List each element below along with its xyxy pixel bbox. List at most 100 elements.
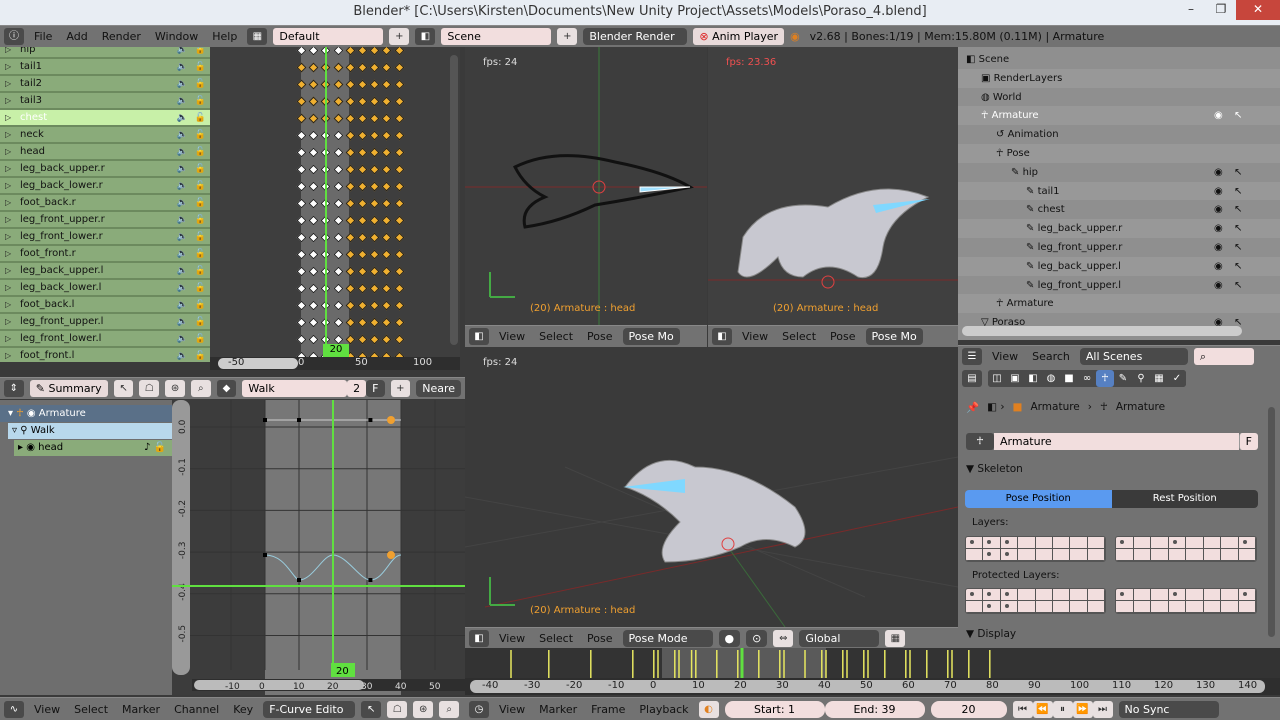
channel-row[interactable]: ▷ foot_back.r 🔈 🔓 [0, 195, 210, 211]
keyframe[interactable] [345, 130, 356, 141]
ghost-icon[interactable]: ☖ [387, 700, 408, 718]
viewport-main[interactable]: fps: 24 (20) Armature : head [465, 347, 958, 627]
layer-toggle[interactable] [1238, 537, 1256, 549]
keyframe[interactable] [308, 47, 319, 56]
keyframe[interactable] [394, 232, 405, 243]
menu-pose[interactable]: Pose [583, 632, 616, 645]
mute-icon[interactable]: 🔈 [177, 144, 188, 160]
layer-toggle[interactable] [1203, 589, 1221, 601]
layer-toggle[interactable] [1070, 589, 1088, 601]
keyframe[interactable] [381, 147, 392, 158]
keyframe[interactable] [381, 334, 392, 345]
keyframe[interactable] [357, 147, 368, 158]
expand-icon[interactable]: ▷ [5, 195, 11, 211]
menu-file[interactable]: File [30, 30, 56, 43]
graph-mode-select[interactable]: F-Curve Edito [263, 700, 356, 718]
tab-armature-data-icon[interactable]: ☥ [1096, 369, 1114, 387]
menu-key[interactable]: Key [229, 703, 257, 716]
outliner-row[interactable]: ✎ chest ◉ ↖ [958, 200, 1280, 220]
channel-armature[interactable]: ▾ ☥ ◉ Armature [0, 405, 172, 422]
keyframe[interactable] [333, 164, 344, 175]
rest-position-button[interactable]: Rest Position [1111, 490, 1258, 508]
layer-toggle[interactable] [1116, 589, 1134, 601]
editor-type-icon[interactable]: ⇕ [4, 380, 24, 397]
outliner-row[interactable]: ◧ Scene [958, 50, 1280, 69]
keyframe[interactable] [369, 47, 380, 56]
error-filter-icon[interactable]: ⊛ [413, 700, 434, 718]
keyframe[interactable] [345, 249, 356, 260]
keyframe[interactable] [308, 317, 319, 328]
layer-toggle[interactable] [1000, 537, 1019, 549]
lock-icon[interactable]: 🔓 [195, 76, 206, 92]
keyframe[interactable] [345, 334, 356, 345]
keyframe[interactable] [296, 130, 307, 141]
layer-toggle[interactable] [1203, 549, 1221, 561]
keyframe[interactable] [357, 47, 368, 56]
layer-toggle[interactable] [1000, 601, 1019, 613]
tab-render-layers-icon[interactable]: ▣ [1006, 369, 1024, 387]
tab-bone-constraints-icon[interactable]: ⚲ [1132, 369, 1150, 387]
keyframe[interactable] [394, 300, 405, 311]
keyframe[interactable] [345, 283, 356, 294]
mode-select[interactable]: ✎ Summary [29, 380, 108, 397]
menu-channel[interactable]: Channel [170, 703, 223, 716]
keyframe[interactable] [345, 47, 356, 56]
keyframe[interactable] [308, 198, 319, 209]
outliner-icon[interactable]: ☰ [962, 348, 982, 365]
outliner-row[interactable]: ✎ hip ◉ ↖ [958, 162, 1280, 182]
menu-search[interactable]: Search [1028, 350, 1074, 363]
playhead[interactable] [325, 47, 327, 362]
expand-icon[interactable]: ▷ [5, 280, 11, 296]
keyframe[interactable] [345, 215, 356, 226]
keyframe[interactable] [333, 113, 344, 124]
keyframe[interactable] [296, 283, 307, 294]
expand-icon[interactable]: ▷ [5, 314, 11, 330]
keyframe[interactable] [308, 249, 319, 260]
keyframe[interactable] [357, 96, 368, 107]
layers-grid-a[interactable] [965, 536, 1106, 562]
keyframe[interactable] [357, 79, 368, 90]
keyframe[interactable] [345, 232, 356, 243]
keyframe[interactable] [345, 266, 356, 277]
layer-toggle[interactable] [1203, 601, 1221, 613]
ghost-icon[interactable]: ☖ [139, 380, 160, 397]
lock-icon[interactable]: 🔓 [195, 47, 206, 58]
keyframe[interactable] [369, 283, 380, 294]
eye-icon[interactable]: ◉ [27, 408, 36, 419]
keyframe[interactable] [394, 249, 405, 260]
outliner-scrollbar[interactable] [962, 326, 1242, 336]
keyframe[interactable] [296, 62, 307, 73]
channel-row[interactable]: ▷ leg_front_upper.l 🔈 🔓 [0, 314, 210, 330]
keyframe[interactable] [357, 283, 368, 294]
menu-pose[interactable]: Pose [583, 330, 616, 343]
keyframe[interactable] [357, 130, 368, 141]
menu-window[interactable]: Window [151, 30, 202, 43]
keyframe[interactable] [333, 232, 344, 243]
menu-render[interactable]: Render [98, 30, 145, 43]
prev-keyframe-icon[interactable]: ⏪ [1032, 700, 1053, 718]
keyframe[interactable] [394, 181, 405, 192]
keyframe[interactable] [296, 79, 307, 90]
layer-toggle[interactable] [1018, 549, 1036, 561]
layer-toggle[interactable] [966, 589, 984, 601]
keyframe[interactable] [369, 181, 380, 192]
keyframe[interactable] [381, 113, 392, 124]
keyframe[interactable] [296, 164, 307, 175]
layer-toggle[interactable] [1238, 549, 1256, 561]
lock-icon[interactable]: 🔓 [195, 263, 206, 279]
layer-toggle[interactable] [1035, 589, 1053, 601]
keyframe[interactable] [369, 79, 380, 90]
layer-toggle[interactable] [1018, 601, 1036, 613]
layer-toggle[interactable] [1087, 549, 1105, 561]
channel-action[interactable]: ▿ ⚲ Walk [8, 423, 172, 439]
action-icon[interactable]: ◆ [216, 380, 237, 397]
protected-layers-grid-b[interactable] [1115, 588, 1257, 614]
selectable-arrow-icon[interactable]: ↖ [1234, 238, 1242, 257]
layer-toggle[interactable] [1052, 549, 1071, 561]
layer-toggle[interactable] [983, 549, 1001, 561]
keyframe[interactable] [333, 283, 344, 294]
outliner-row[interactable]: ◍ World [958, 87, 1280, 107]
tab-world-icon[interactable]: ◍ [1042, 369, 1060, 387]
display-filter-select[interactable]: All Scenes [1079, 348, 1188, 365]
keyframe[interactable] [381, 164, 392, 175]
